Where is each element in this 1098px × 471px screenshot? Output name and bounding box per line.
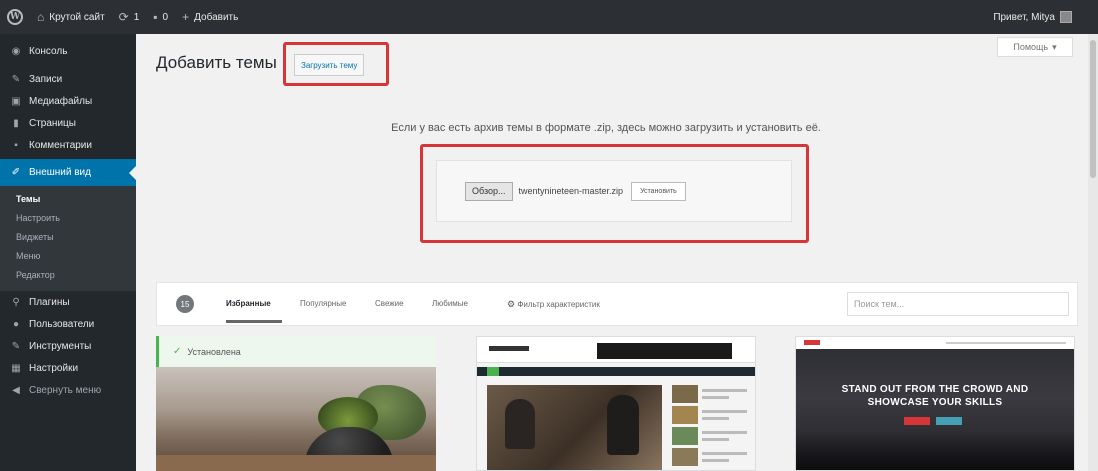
sidebar-item-label: Внешний вид: [29, 167, 91, 178]
sidebar-item-label: Консоль: [29, 45, 68, 57]
scrollbar-thumb[interactable]: [1090, 40, 1096, 178]
sidebar-item-collapse[interactable]: ◀ Свернуть меню: [0, 379, 136, 401]
plug-icon: ⚲: [12, 296, 20, 308]
sidebar-item-tools[interactable]: ✎ Инструменты: [0, 335, 136, 357]
theme-search-input[interactable]: [847, 292, 1069, 316]
comment-icon: ▪: [14, 139, 18, 151]
submenu-item-customize[interactable]: Настроить: [0, 209, 136, 228]
sidebar-item-label: Медиафайлы: [29, 95, 93, 107]
feature-filter-label: Фильтр характеристик: [517, 300, 600, 309]
settings-icon: ▦: [11, 362, 21, 374]
installed-notice: ✓ Установлена: [156, 336, 436, 367]
chevron-down-icon: ▾: [1052, 41, 1057, 52]
sidebar-item-dashboard[interactable]: ◉ Консоль: [0, 40, 136, 62]
theme-screenshot: [156, 367, 436, 471]
sidebar-item-label: Пользователи: [29, 318, 95, 330]
theme-screenshot: [477, 337, 755, 470]
admin-bar: W ⌂ Крутой сайт ⟳ 1 ▪ 0 + Добавить Приве…: [0, 0, 1098, 34]
wp-logo-menu[interactable]: W: [0, 0, 30, 34]
tab-featured[interactable]: Избранные: [226, 299, 271, 308]
sidebar-item-plugins[interactable]: ⚲ Плагины: [0, 291, 136, 313]
dashboard-icon: ◉: [11, 45, 21, 57]
comments-link[interactable]: ▪ 0: [146, 0, 175, 34]
updates-count: 1: [133, 11, 140, 23]
plus-icon: +: [182, 10, 190, 24]
highlight-annotation: [420, 144, 809, 243]
site-name: Крутой сайт: [49, 11, 105, 23]
add-new-link[interactable]: + Добавить: [175, 0, 245, 34]
home-icon: ⌂: [37, 10, 45, 24]
sidebar-item-label: Свернуть меню: [29, 384, 102, 396]
submenu-item-editor[interactable]: Редактор: [0, 266, 136, 285]
comments-count: 0: [162, 11, 169, 23]
submenu-item-widgets[interactable]: Виджеты: [0, 228, 136, 247]
account-menu[interactable]: Привет, Mitya: [993, 11, 1098, 23]
sidebar-item-label: Настройки: [29, 362, 79, 374]
theme-count-badge: 15: [176, 295, 194, 313]
brush-icon: ✐: [11, 167, 21, 178]
greeting: Привет, Mitya: [993, 11, 1055, 23]
appearance-submenu: Темы Настроить Виджеты Меню Редактор: [0, 186, 136, 291]
sidebar-item-users[interactable]: ● Пользователи: [0, 313, 136, 335]
theme-card[interactable]: [476, 336, 756, 471]
page-icon: ▮: [13, 117, 19, 129]
user-icon: ●: [12, 318, 20, 330]
site-name-link[interactable]: ⌂ Крутой сайт: [30, 0, 112, 34]
wordpress-logo-icon: W: [7, 9, 23, 25]
avatar: [1060, 11, 1072, 23]
wrench-icon: ✎: [11, 340, 21, 352]
feature-filter-link[interactable]: ⚙ Фильтр характеристик: [507, 299, 600, 310]
headline-line: STAND OUT FROM THE CROWD AND: [841, 384, 1029, 395]
sidebar-item-label: Инструменты: [29, 340, 92, 352]
theme-card[interactable]: STAND OUT FROM THE CROWD AND SHOWCASE YO…: [795, 336, 1075, 471]
submenu-item-menus[interactable]: Меню: [0, 247, 136, 266]
comment-icon: ▪: [153, 10, 158, 24]
sidebar-item-posts[interactable]: ✎ Записи: [0, 68, 136, 90]
tab-latest[interactable]: Свежие: [375, 299, 404, 308]
sidebar-item-pages[interactable]: ▮ Страницы: [0, 112, 136, 134]
theme-filter-bar: 15 Избранные Популярные Свежие Любимые ⚙…: [156, 282, 1078, 326]
theme-preview-headline: STAND OUT FROM THE CROWD AND SHOWCASE YO…: [796, 383, 1074, 409]
highlight-annotation: [283, 42, 389, 86]
gear-icon: ⚙: [507, 299, 516, 309]
pin-icon: ✎: [11, 73, 21, 85]
submenu-item-themes[interactable]: Темы: [0, 190, 136, 209]
checkmark-icon: ✓: [173, 346, 182, 357]
sidebar-item-label: Страницы: [29, 117, 76, 129]
sidebar-item-comments[interactable]: ▪ Комментарии: [0, 134, 136, 156]
page-title: Добавить темы: [156, 53, 277, 72]
sidebar-item-media[interactable]: ▣ Медиафайлы: [0, 90, 136, 112]
sidebar-item-label: Комментарии: [29, 139, 92, 151]
collapse-icon: ◀: [12, 384, 20, 396]
page-scrollbar[interactable]: [1088, 34, 1098, 471]
sidebar-item-appearance[interactable]: ✐ Внешний вид: [0, 159, 136, 186]
help-label: Помощь: [1013, 42, 1049, 52]
add-new-label: Добавить: [194, 11, 239, 23]
help-button[interactable]: Помощь ▾: [997, 37, 1073, 57]
sidebar-item-label: Плагины: [29, 296, 70, 308]
headline-line: SHOWCASE YOUR SKILLS: [867, 397, 1003, 408]
sidebar-item-settings[interactable]: ▦ Настройки: [0, 357, 136, 379]
active-tab-indicator: [226, 320, 282, 323]
installed-label: Установлена: [187, 346, 241, 357]
media-icon: ▣: [11, 95, 21, 107]
theme-screenshot: STAND OUT FROM THE CROWD AND SHOWCASE YO…: [796, 337, 1074, 470]
sidebar-item-label: Записи: [29, 73, 63, 85]
wp-admin-window: W ⌂ Крутой сайт ⟳ 1 ▪ 0 + Добавить Приве…: [0, 0, 1098, 471]
updates-link[interactable]: ⟳ 1: [112, 0, 147, 34]
theme-card[interactable]: ✓ Установлена: [156, 336, 436, 471]
upload-instruction: Если у вас есть архив темы в формате .zi…: [391, 122, 821, 134]
admin-sidebar: ◉ Консоль ✎ Записи ▣ Медиафайлы ▮ Страни…: [0, 34, 136, 471]
refresh-icon: ⟳: [118, 10, 129, 24]
tab-popular[interactable]: Популярные: [300, 299, 346, 308]
main-content: Помощь ▾ Добавить темы Загрузить тему Ес…: [136, 34, 1098, 471]
tab-favorites[interactable]: Любимые: [432, 299, 468, 308]
